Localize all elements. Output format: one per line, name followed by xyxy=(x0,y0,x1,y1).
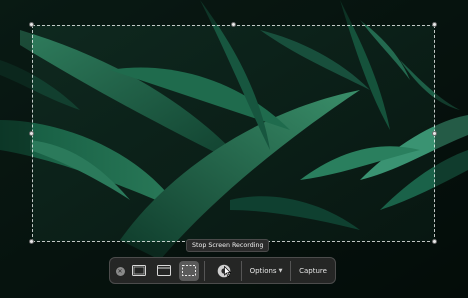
selection-area[interactable] xyxy=(32,25,435,242)
close-button[interactable]: ✕ xyxy=(114,265,126,277)
screen-icon xyxy=(132,265,146,276)
resize-handle-middle-left[interactable] xyxy=(29,131,34,136)
dim-overlay-right xyxy=(435,25,468,242)
mouse-pointer-icon xyxy=(224,266,231,277)
resize-handle-bottom-left[interactable] xyxy=(29,239,34,244)
chevron-down-icon: ▼ xyxy=(278,268,283,274)
capture-label: Capture xyxy=(299,267,327,275)
record-entire-screen-button[interactable] xyxy=(129,261,149,281)
toolbar-divider xyxy=(290,261,291,281)
options-label: Options xyxy=(249,267,277,275)
options-button[interactable]: Options ▼ xyxy=(244,261,288,281)
record-selected-window-button[interactable] xyxy=(154,261,174,281)
resize-handle-top-right[interactable] xyxy=(432,22,437,27)
resize-handle-top-center[interactable] xyxy=(231,22,236,27)
screenshot-toolbar: ✕ Options ▼ Capture xyxy=(109,257,336,284)
tooltip: Stop Screen Recording xyxy=(186,239,270,252)
dashed-selection-icon xyxy=(182,265,196,276)
resize-handle-bottom-right[interactable] xyxy=(432,239,437,244)
toolbar-divider xyxy=(204,261,205,281)
resize-handle-middle-right[interactable] xyxy=(432,131,437,136)
resize-handle-top-left[interactable] xyxy=(29,22,34,27)
close-icon: ✕ xyxy=(115,266,125,276)
dim-overlay-left xyxy=(0,25,32,242)
record-selected-portion-button[interactable] xyxy=(179,261,199,281)
window-icon xyxy=(157,265,171,276)
capture-button[interactable]: Capture xyxy=(293,261,333,281)
toolbar-divider xyxy=(241,261,242,281)
